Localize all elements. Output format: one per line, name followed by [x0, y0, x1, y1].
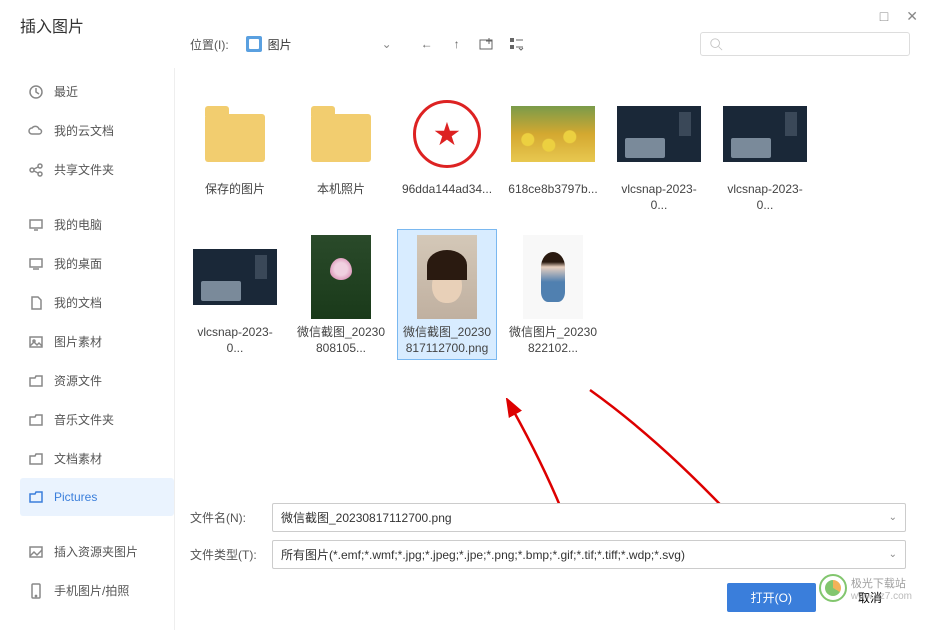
image-item[interactable]: 微信图片_2023082210​2...	[503, 229, 603, 360]
filetype-dropdown[interactable]: 所有图片(*.emf;*.wmf;*.jpg;*.jpeg;*.jpe;*.pn…	[272, 540, 906, 569]
image-item[interactable]: vlcsnap-2023-0...	[185, 229, 285, 360]
sidebar-item-phone[interactable]: 手机图片/拍照	[20, 571, 174, 610]
image-item[interactable]: 微信截图_2023080810​5...	[291, 229, 391, 360]
sidebar: 最近 我的云文档 共享文件夹 我的电脑 我的桌面 我的文档 图片素材 资源文件 …	[0, 68, 175, 630]
pictures-folder-icon	[246, 36, 262, 52]
close-icon[interactable]: ✕	[906, 8, 918, 25]
search-icon	[709, 37, 723, 51]
sidebar-item-desktop[interactable]: 我的桌面	[20, 244, 174, 283]
image-thumbnail	[311, 235, 371, 319]
chevron-down-icon: ⌄	[889, 549, 897, 560]
cancel-button[interactable]: 取消	[834, 583, 906, 612]
file-name: 618ce8b3797b...	[508, 182, 597, 198]
sidebar-item-recent[interactable]: 最近	[20, 72, 174, 111]
file-name: 保存的图片	[205, 182, 265, 198]
image-item[interactable]: 618ce8b3797b...	[503, 86, 603, 217]
image-thumbnail	[511, 106, 595, 162]
image-thumbnail	[723, 106, 807, 162]
location-dropdown[interactable]: 图片 ⌄	[239, 33, 399, 56]
image-item[interactable]: vlcsnap-2023-0...	[609, 86, 709, 217]
image-thumbnail	[193, 249, 277, 305]
sidebar-item-music[interactable]: 音乐文件夹	[20, 400, 174, 439]
sidebar-item-shared[interactable]: 共享文件夹	[20, 150, 174, 189]
view-options-icon[interactable]	[509, 36, 525, 52]
image-thumbnail	[417, 235, 477, 319]
location-value: 图片	[268, 36, 292, 53]
file-name: 本机照片	[317, 182, 365, 198]
back-icon[interactable]: ←	[419, 36, 435, 52]
sidebar-item-cloud[interactable]: 我的云文档	[20, 111, 174, 150]
file-name: 微信图片_2023082210​2...	[507, 325, 599, 356]
filetype-label: 文件类型(T):	[190, 546, 260, 563]
stamp-thumbnail: ★	[413, 100, 481, 168]
file-name: 微信截图_2023080810​5...	[295, 325, 387, 356]
chevron-down-icon: ⌄	[382, 37, 392, 51]
up-icon[interactable]: ↑	[449, 36, 465, 52]
image-item[interactable]: ★ 96dda144ad34...	[397, 86, 497, 217]
open-button[interactable]: 打开(O)	[727, 583, 816, 612]
image-item[interactable]: 微信截图_2023081711270​0.png	[397, 229, 497, 360]
dialog-title: 插入图片	[20, 13, 84, 37]
file-name: vlcsnap-2023-0...	[613, 182, 705, 213]
sidebar-item-pic-material[interactable]: 图片素材	[20, 322, 174, 361]
filename-label: 文件名(N):	[190, 509, 260, 526]
chevron-down-icon: ⌄	[889, 512, 897, 523]
file-name: 微信截图_2023081711270​0.png	[401, 325, 493, 356]
file-name: 96dda144ad34...	[402, 182, 492, 198]
sidebar-item-computer[interactable]: 我的电脑	[20, 205, 174, 244]
search-input[interactable]	[700, 32, 910, 56]
folder-icon	[205, 114, 265, 162]
insert-picture-dialog: □ ✕ 插入图片 位置(I): 图片 ⌄ ← ↑ 最近 我的云文档 共享文件夹 …	[0, 0, 930, 630]
image-thumbnail	[523, 235, 583, 319]
folder-icon	[311, 114, 371, 162]
sidebar-item-doc-material[interactable]: 文档素材	[20, 439, 174, 478]
folder-item[interactable]: 本机照片	[291, 86, 391, 217]
sidebar-item-pictures[interactable]: Pictures	[20, 478, 174, 516]
image-thumbnail	[617, 106, 701, 162]
file-name: vlcsnap-2023-0...	[719, 182, 811, 213]
location-bar: 位置(I): 图片 ⌄ ← ↑	[190, 28, 910, 60]
new-folder-icon[interactable]	[479, 36, 495, 52]
filename-input[interactable]: 微信截图_20230817112700.png⌄	[272, 503, 906, 532]
window-controls: □ ✕	[880, 8, 918, 25]
folder-item[interactable]: 保存的图片	[185, 86, 285, 217]
sidebar-item-resources[interactable]: 资源文件	[20, 361, 174, 400]
sidebar-item-insert-resource[interactable]: 插入资源夹图片	[20, 532, 174, 571]
file-name: vlcsnap-2023-0...	[189, 325, 281, 356]
image-item[interactable]: vlcsnap-2023-0...	[715, 86, 815, 217]
bottom-panel: 文件名(N): 微信截图_20230817112700.png⌄ 文件类型(T)…	[190, 503, 906, 612]
sidebar-item-documents[interactable]: 我的文档	[20, 283, 174, 322]
location-label: 位置(I):	[190, 36, 229, 53]
maximize-icon[interactable]: □	[880, 8, 888, 25]
